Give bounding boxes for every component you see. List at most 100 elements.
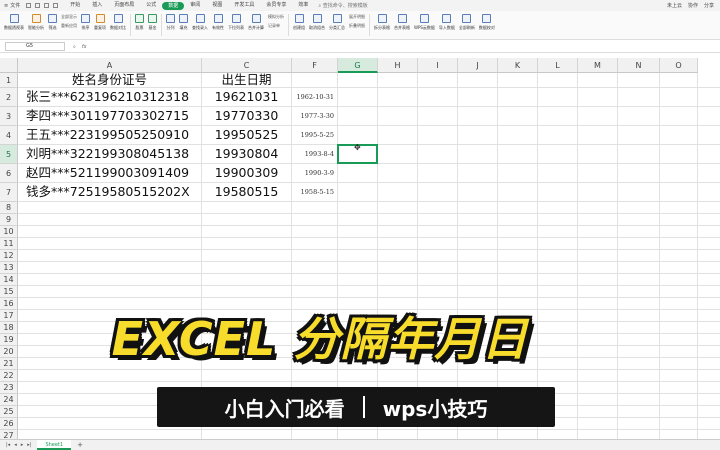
cell-c5[interactable]: 19930804 (202, 145, 291, 163)
save-icon[interactable] (26, 3, 32, 8)
cell-f3[interactable]: 1977-3-30 (292, 107, 337, 125)
expand-detail-button[interactable]: 展开明细 (349, 14, 365, 20)
collapse-detail-button[interactable]: 折叠明细 (349, 23, 365, 29)
split-table-button[interactable]: 拆分表格 (372, 11, 392, 31)
cell-c4[interactable]: 19950525 (202, 126, 291, 144)
row-header-15[interactable]: 15 (0, 286, 18, 298)
select-all-corner[interactable] (0, 58, 18, 73)
text-to-columns-button[interactable]: 分列 (164, 11, 177, 31)
row-header-14[interactable]: 14 (0, 274, 18, 286)
row-header-11[interactable]: 11 (0, 238, 18, 250)
cell-f7[interactable]: 1958-5-15 (292, 183, 337, 201)
row-header-10[interactable]: 10 (0, 226, 18, 238)
sort-button[interactable]: 排序 (79, 11, 92, 31)
row-header-8[interactable]: 8 (0, 202, 18, 214)
cell-a6[interactable]: 赵四***521199003091409 (18, 164, 201, 182)
name-box[interactable]: G5 (5, 42, 65, 51)
data-compare-button[interactable]: 数据对比 (108, 11, 128, 31)
cell-c7[interactable]: 19580515 (202, 183, 291, 201)
row-header-4[interactable]: 4 (0, 126, 18, 145)
reapply-button[interactable]: 重新应用 (61, 23, 77, 29)
column-header-a[interactable]: A (18, 58, 202, 73)
row-header-12[interactable]: 12 (0, 250, 18, 262)
refresh-all-button[interactable]: 全部刷新 (457, 11, 477, 31)
stock-button[interactable]: 股票 (133, 11, 146, 31)
prev-sheet-icon[interactable]: ◂ (14, 442, 17, 448)
column-header-g[interactable]: G (338, 58, 378, 73)
row-header-21[interactable]: 21 (0, 358, 18, 370)
cell-a1[interactable]: 姓名身份证号 (18, 73, 201, 87)
tab-efficiency[interactable]: 效率 (292, 0, 314, 11)
cell-f2[interactable]: 1962-10-31 (292, 88, 337, 106)
row-header-22[interactable]: 22 (0, 370, 18, 382)
lookup-entry-button[interactable]: 查找录入 (190, 11, 210, 31)
proofread-button[interactable]: 数据校对 (477, 11, 497, 31)
row-header-2[interactable]: 2 (0, 88, 18, 107)
tab-member[interactable]: 会员专享 (260, 0, 292, 11)
share-button[interactable]: 分享 (704, 2, 714, 9)
row-header-3[interactable]: 3 (0, 107, 18, 126)
tab-page-layout[interactable]: 页面布局 (108, 0, 140, 11)
import-data-button[interactable]: 导入数据 (437, 11, 457, 31)
row-header-9[interactable]: 9 (0, 214, 18, 226)
redo-icon[interactable] (53, 3, 59, 8)
consolidate-button[interactable]: 合并计算 (246, 11, 266, 31)
tab-insert[interactable]: 插入 (86, 0, 108, 11)
add-sheet-button[interactable]: + (71, 441, 89, 449)
cell-a5[interactable]: 刘明***322199308045138 (18, 145, 201, 163)
column-header-l[interactable]: L (538, 58, 578, 73)
cell-a7[interactable]: 钱多***72519580515202X (18, 183, 201, 201)
cell-c3[interactable]: 19770330 (202, 107, 291, 125)
file-menu[interactable]: ≡ 文件 (0, 2, 26, 10)
row-header-17[interactable]: 17 (0, 310, 18, 322)
tab-developer[interactable]: 开发工具 (228, 0, 260, 11)
row-header-25[interactable]: 25 (0, 406, 18, 418)
column-header-i[interactable]: I (418, 58, 458, 73)
group-button[interactable]: 创建组 (291, 11, 307, 31)
undo-icon[interactable] (44, 3, 50, 8)
row-header-1[interactable]: 1 (0, 73, 18, 88)
row-header-5[interactable]: 5 (0, 145, 18, 164)
row-header-24[interactable]: 24 (0, 394, 18, 406)
row-header-20[interactable]: 20 (0, 346, 18, 358)
tab-data[interactable]: 数据 (162, 2, 185, 10)
column-header-k[interactable]: K (498, 58, 538, 73)
row-header-6[interactable]: 6 (0, 164, 18, 183)
cloud-data-button[interactable]: WPS云数据 (412, 11, 437, 31)
zoom-icon[interactable]: ⌕ (73, 44, 76, 50)
tab-view[interactable]: 视图 (206, 0, 228, 11)
cell-a2[interactable]: 张三***623196210312318 (18, 88, 201, 106)
column-header-n[interactable]: N (618, 58, 660, 73)
record-form-button[interactable]: 记录单 (268, 23, 284, 29)
row-header-23[interactable]: 23 (0, 382, 18, 394)
column-header-c[interactable]: C (202, 58, 292, 73)
row-header-19[interactable]: 19 (0, 334, 18, 346)
subtotal-button[interactable]: 分类汇总 (327, 11, 347, 31)
cell-c2[interactable]: 19621031 (202, 88, 291, 106)
cell-f5[interactable]: 1993-8-4 (292, 145, 337, 163)
row-header-18[interactable]: 18 (0, 322, 18, 334)
smart-analysis-button[interactable]: 智能分析 (26, 11, 46, 31)
show-all-button[interactable]: 全部显示 (61, 14, 77, 20)
cell-f6[interactable]: 1990-3-9 (292, 164, 337, 182)
row-header-13[interactable]: 13 (0, 262, 18, 274)
cloud-status[interactable]: 未上云 (667, 2, 682, 9)
formula-input[interactable] (87, 42, 720, 51)
column-header-j[interactable]: J (458, 58, 498, 73)
cell-c6[interactable]: 19900309 (202, 164, 291, 182)
ungroup-button[interactable]: 取消组合 (307, 11, 327, 31)
dropdown-list-button[interactable]: 下拉列表 (226, 11, 246, 31)
tab-review[interactable]: 审阅 (184, 0, 206, 11)
pivot-table-button[interactable]: 数据透视表 (2, 11, 26, 31)
cell-a4[interactable]: 王五***223199505250910 (18, 126, 201, 144)
cell-c1[interactable]: 出生日期 (202, 73, 291, 87)
command-search[interactable]: ⌕ 查找命令、搜索模板 (318, 2, 367, 9)
row-header-7[interactable]: 7 (0, 183, 18, 202)
collaborate-button[interactable]: 协作 (688, 2, 698, 9)
fund-button[interactable]: 基金 (146, 11, 159, 31)
what-if-button[interactable]: 模拟分析 (268, 14, 284, 20)
validation-button[interactable]: 有效性 (210, 11, 226, 31)
cell-a3[interactable]: 李四***301197703302715 (18, 107, 201, 125)
fill-button[interactable]: 填充 (177, 11, 190, 31)
column-header-h[interactable]: H (378, 58, 418, 73)
